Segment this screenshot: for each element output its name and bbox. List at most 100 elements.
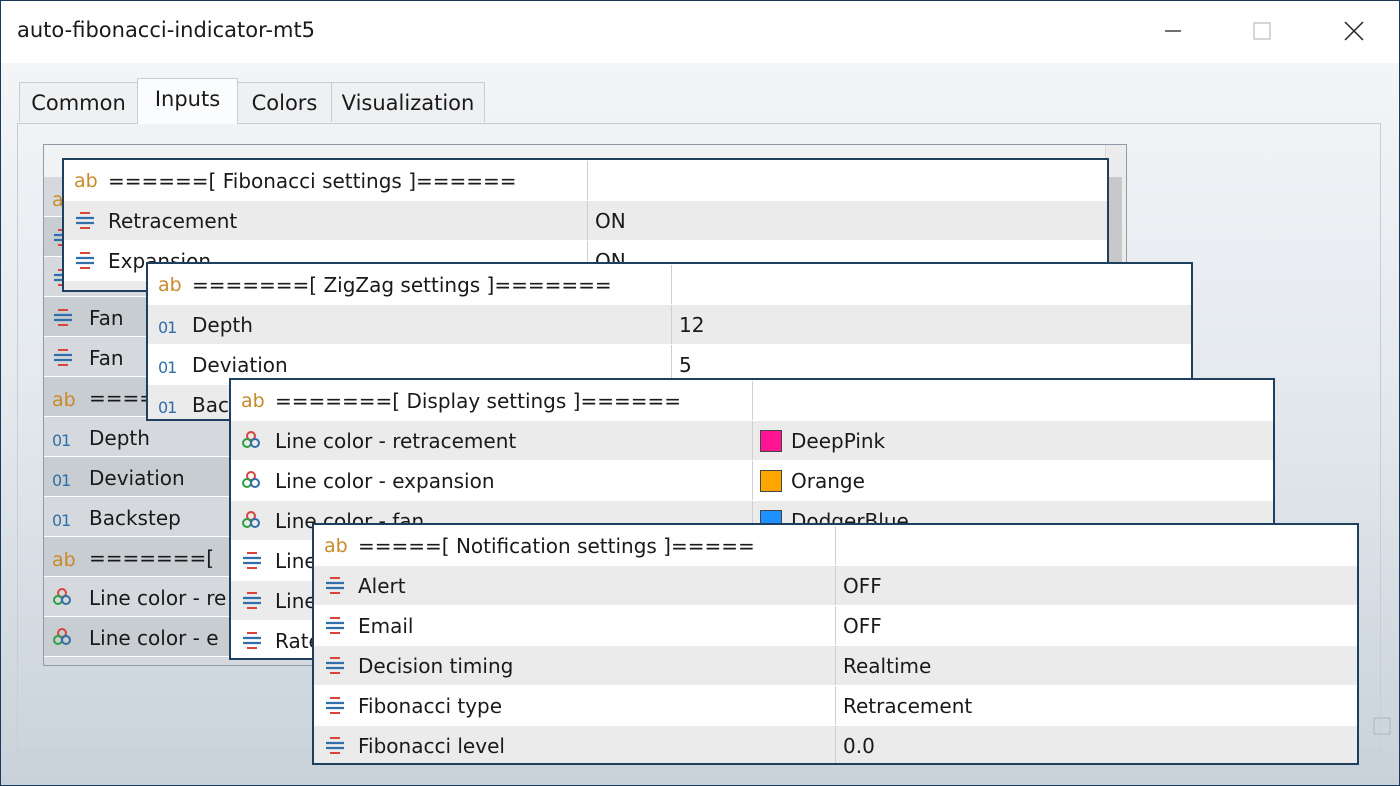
string-icon: ab — [52, 389, 76, 411]
notification-header-label: =====[ Notification settings ]===== — [358, 534, 755, 558]
parameter-name: Fibonacci level — [358, 734, 505, 758]
parameter-value[interactable]: Realtime — [843, 654, 931, 678]
zigzag-header-row[interactable]: ab =======[ ZigZag settings ]======= — [148, 264, 1191, 305]
zigzag-row[interactable]: 01 Depth 12 — [148, 304, 1191, 345]
notification-settings-panel: ab =====[ Notification settings ]===== A… — [312, 523, 1359, 765]
parameter-name: Decision timing — [358, 654, 514, 678]
color-swatch[interactable] — [760, 430, 782, 452]
enum-icon — [326, 737, 344, 754]
string-icon: ab — [241, 390, 265, 412]
parameter-value[interactable]: 12 — [679, 313, 704, 337]
parameter-value[interactable]: Orange — [791, 469, 865, 493]
integer-icon: 01 — [158, 398, 177, 417]
notification-row[interactable]: Fibonacci level 0.0 — [314, 725, 1357, 763]
resize-grip-icon[interactable] — [1373, 717, 1391, 735]
integer-icon: 01 — [52, 431, 71, 450]
display-header-label: =======[ Display settings ]====== — [275, 389, 682, 413]
enum-icon — [243, 552, 261, 569]
column-separator — [835, 646, 836, 686]
background-row-label: Fan — [89, 346, 124, 370]
column-separator — [587, 161, 588, 201]
parameter-value[interactable]: OFF — [843, 614, 882, 638]
background-row-label: Line color - re — [89, 586, 227, 610]
display-row[interactable]: Line color - retracement DeepPink — [231, 420, 1273, 461]
column-separator — [671, 265, 672, 305]
color-icon — [53, 628, 71, 645]
column-separator — [835, 566, 836, 606]
enum-icon — [76, 212, 94, 229]
tab-visualization[interactable]: Visualization — [331, 82, 485, 122]
tab-colors[interactable]: Colors — [237, 82, 332, 122]
parameter-name: Alert — [358, 574, 406, 598]
background-row-label: =======[ — [89, 546, 215, 570]
color-swatch[interactable] — [760, 470, 782, 492]
parameter-name: Line color - retracement — [275, 429, 517, 453]
column-separator — [752, 421, 753, 461]
tab-common[interactable]: Common — [19, 82, 138, 122]
enum-icon — [74, 290, 96, 292]
fibonacci-header-row[interactable]: ab ======[ Fibonacci settings ]====== — [64, 160, 1107, 201]
tab-common-label: Common — [31, 90, 126, 115]
notification-row[interactable]: Alert OFF — [314, 565, 1357, 606]
minimize-button[interactable] — [1150, 13, 1196, 49]
enum-icon — [326, 577, 344, 594]
column-separator — [835, 726, 836, 763]
maximize-button[interactable] — [1239, 13, 1285, 49]
notification-row[interactable]: Decision timing Realtime — [314, 645, 1357, 686]
notification-row[interactable]: Fibonacci type Retracement — [314, 685, 1357, 726]
fibonacci-header-label: ======[ Fibonacci settings ]====== — [108, 169, 517, 193]
parameter-value[interactable]: DeepPink — [791, 429, 885, 453]
display-header-row[interactable]: ab =======[ Display settings ]====== — [231, 380, 1273, 421]
color-icon — [242, 431, 260, 448]
tab-colors-label: Colors — [251, 90, 318, 115]
display-row[interactable]: Line color - expansion Orange — [231, 460, 1273, 501]
background-row-label: Fan — [89, 306, 124, 330]
color-icon — [242, 511, 260, 528]
parameter-name: Fibonacci type — [358, 694, 503, 718]
parameter-name: Deviation — [192, 353, 288, 377]
notification-header-row[interactable]: ab =====[ Notification settings ]===== — [314, 525, 1357, 566]
enum-icon — [54, 309, 72, 326]
parameter-name: Line color - expansion — [275, 469, 495, 493]
enum-icon — [243, 592, 261, 609]
minimize-icon — [1165, 30, 1181, 32]
column-separator — [835, 686, 836, 726]
enum-icon — [54, 349, 72, 366]
parameter-name: Fan — [108, 289, 143, 290]
column-separator — [752, 381, 753, 421]
enum-icon — [326, 617, 344, 634]
parameter-value[interactable]: OFF — [843, 574, 882, 598]
parameter-value[interactable]: ON — [595, 209, 626, 233]
string-icon: ab — [158, 274, 182, 296]
column-separator — [671, 305, 672, 345]
background-row-label: Line color - e — [89, 626, 219, 650]
background-row-label: Backstep — [89, 506, 181, 530]
parameter-name: Line — [275, 549, 317, 573]
string-icon: ab — [74, 170, 98, 192]
parameter-value[interactable]: Retracement — [843, 694, 972, 718]
tab-inputs[interactable]: Inputs — [137, 78, 238, 124]
column-separator — [835, 606, 836, 646]
parameter-name: Line — [275, 589, 317, 613]
fibonacci-row[interactable]: Retracement ON — [64, 200, 1107, 241]
enum-icon — [76, 252, 94, 269]
integer-icon: 01 — [158, 318, 177, 337]
enum-icon — [243, 632, 261, 649]
close-button[interactable] — [1331, 13, 1377, 49]
parameter-name: Email — [358, 614, 414, 638]
column-separator — [752, 461, 753, 501]
close-icon — [1344, 21, 1364, 41]
parameter-value[interactable]: 5 — [679, 353, 692, 377]
window-title: auto-fibonacci-indicator-mt5 — [17, 18, 316, 42]
parameter-value[interactable]: 0.0 — [843, 734, 875, 758]
integer-icon: 01 — [52, 471, 71, 490]
background-row-label: Deviation — [89, 466, 185, 490]
notification-row[interactable]: Email OFF — [314, 605, 1357, 646]
column-separator — [835, 526, 836, 566]
string-icon: ab — [52, 549, 76, 571]
background-row-label: Depth — [89, 426, 150, 450]
integer-icon: 01 — [158, 358, 177, 377]
column-separator — [587, 201, 588, 241]
string-icon: ab — [324, 535, 348, 557]
tab-visualization-label: Visualization — [341, 90, 475, 115]
